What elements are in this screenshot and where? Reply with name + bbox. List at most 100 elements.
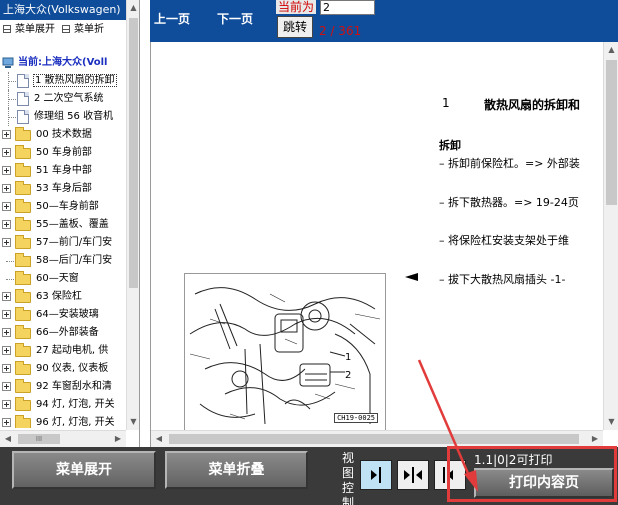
- tree-folder-item[interactable]: 53 车身后部: [0, 180, 126, 198]
- tree-folder-item[interactable]: 92 车窗刮水和清: [0, 378, 126, 396]
- chapter-tree: 当前:上海大众(Voll 1 散热风扇的拆卸 2 二次空气系统 修理组 56 收音机…: [0, 54, 126, 428]
- expand-plus-icon[interactable]: [2, 238, 11, 247]
- expand-plus-icon[interactable]: [2, 346, 11, 355]
- tree-item-label: 60—天窗: [36, 273, 79, 284]
- page-number-input[interactable]: [320, 0, 375, 15]
- document-viewer: 1 散热风扇的拆卸和 拆卸 – 拆卸前保险杠。=> 外部装 – 拆下散热器。=>…: [150, 42, 618, 447]
- next-page-link[interactable]: 下一页: [217, 10, 253, 27]
- tree-folder-item[interactable]: 55—盖板、覆盖: [0, 216, 126, 234]
- view-left-button[interactable]: [434, 460, 466, 490]
- tree-folder-item[interactable]: 50—车身前部: [0, 198, 126, 216]
- tree-folder-item[interactable]: 96 灯, 灯泡, 开关: [0, 414, 126, 428]
- expand-plus-icon[interactable]: [2, 184, 11, 193]
- folder-icon: [15, 361, 31, 375]
- view-right-button[interactable]: [360, 460, 392, 490]
- arrow-right-bar-icon: [361, 461, 391, 489]
- folder-icon: [15, 307, 31, 321]
- expand-plus-icon[interactable]: [2, 400, 11, 409]
- viewer-scroll-thumb-horizontal[interactable]: [169, 434, 579, 444]
- tree-connector: [8, 117, 16, 118]
- folder-icon: [15, 271, 31, 285]
- instruction-line: – 拆下散热器。=> 19-24页: [439, 196, 579, 209]
- folder-icon: [15, 163, 31, 177]
- jump-button[interactable]: 跳转: [277, 16, 313, 38]
- scroll-up-arrow-icon[interactable]: ▲: [604, 42, 618, 58]
- expand-plus-icon[interactable]: [2, 148, 11, 157]
- folder-icon: [15, 253, 31, 267]
- page-nav-bar: 上一页 下一页 当前为 跳转 2 / 361: [150, 0, 618, 42]
- scroll-left-arrow-icon[interactable]: ◀: [151, 431, 167, 447]
- viewer-vertical-scrollbar[interactable]: ▲ ▼: [603, 42, 618, 430]
- instruction-line: – 将保险杠安装支架处于维: [439, 234, 569, 247]
- tree-root-label: 当前:上海大众(Voll: [18, 57, 108, 68]
- tree-collapse-tool[interactable]: 菜单折: [59, 21, 104, 39]
- tree-folder-item[interactable]: 94 灯, 灯泡, 开关: [0, 396, 126, 414]
- scroll-down-arrow-icon[interactable]: ▼: [127, 414, 139, 430]
- collapse-icon: [62, 25, 70, 33]
- viewer-scroll-thumb[interactable]: [606, 60, 617, 205]
- tree-item-label: 55—盖板、覆盖: [36, 219, 109, 230]
- tree-horizontal-scrollbar[interactable]: ◀ III ▶: [0, 430, 126, 447]
- expand-plus-icon[interactable]: [2, 292, 11, 301]
- scroll-thumb-horizontal[interactable]: III: [18, 434, 60, 444]
- tree-connector: [6, 261, 14, 262]
- tree-vertical-scrollbar[interactable]: ▲ ▼: [126, 0, 139, 430]
- tree-item-label: 00 技术数据: [36, 129, 92, 140]
- expand-plus-icon[interactable]: [2, 364, 11, 373]
- scroll-right-arrow-icon[interactable]: ▶: [110, 431, 126, 447]
- expand-plus-icon[interactable]: [2, 418, 11, 427]
- tree-folder-item[interactable]: 64—安装玻璃: [0, 306, 126, 324]
- tree-folder-item[interactable]: 27 起动电机, 供: [0, 342, 126, 360]
- tree-folder-item[interactable]: 60—天窗: [0, 270, 126, 288]
- expand-plus-icon[interactable]: [2, 130, 11, 139]
- collapse-menu-button[interactable]: 菜单折叠: [165, 451, 308, 489]
- tree-folder-item[interactable]: 51 车身中部: [0, 162, 126, 180]
- app-title: 上海大众(Volkswagen): [0, 0, 126, 20]
- scroll-down-arrow-icon[interactable]: ▼: [604, 414, 618, 430]
- folder-icon: [15, 145, 31, 159]
- split-arrows-icon: [404, 467, 422, 483]
- tree-folder-item[interactable]: 66—外部装备: [0, 324, 126, 342]
- section-title: 拆卸: [439, 139, 461, 152]
- tree-folder-item[interactable]: 58—后门/车门安: [0, 252, 126, 270]
- current-page-label: 当前为: [276, 0, 317, 14]
- expand-plus-icon[interactable]: [2, 202, 11, 211]
- tree-root[interactable]: 当前:上海大众(Voll: [0, 54, 126, 72]
- pointer-arrow-icon: [405, 273, 418, 281]
- tree-doc-item[interactable]: 1 散热风扇的拆卸: [0, 72, 126, 90]
- view-split-button[interactable]: [397, 460, 429, 490]
- scroll-up-arrow-icon[interactable]: ▲: [127, 0, 139, 16]
- computer-icon: [2, 57, 14, 68]
- tree-folder-item[interactable]: 50 车身前部: [0, 144, 126, 162]
- heading-title: 散热风扇的拆卸和: [484, 98, 581, 112]
- tree-folder-item[interactable]: 00 技术数据: [0, 126, 126, 144]
- viewer-horizontal-scrollbar[interactable]: ◀ ▶: [151, 430, 603, 447]
- print-page-button[interactable]: 打印内容页: [474, 468, 614, 498]
- tree-folder-item[interactable]: 63 保险杠: [0, 288, 126, 306]
- folder-icon: [15, 379, 31, 393]
- tree-doc-item[interactable]: 修理组 56 收音机: [0, 108, 126, 126]
- engine-illustration: 1 2 CH19-0025: [184, 273, 386, 433]
- expand-plus-icon[interactable]: [2, 166, 11, 175]
- tree-item-label: 66—外部装备: [36, 327, 99, 338]
- tree-folder-item[interactable]: 90 仪表, 仪表板: [0, 360, 126, 378]
- navigation-pane: 上海大众(Volkswagen) 菜单展开 菜单折 当前:上海大众(Voll 1 …: [0, 0, 140, 447]
- expand-plus-icon[interactable]: [2, 310, 11, 319]
- folder-icon: [15, 127, 31, 141]
- tree-item-label: 51 车身中部: [36, 165, 92, 176]
- tree-item-label: 90 仪表, 仪表板: [36, 363, 109, 374]
- expand-plus-icon[interactable]: [2, 328, 11, 337]
- scroll-thumb[interactable]: [129, 18, 138, 288]
- tree-expand-tool[interactable]: 菜单展开: [0, 21, 55, 39]
- tree-item-label: 92 车窗刮水和清: [36, 381, 112, 392]
- scroll-right-arrow-icon[interactable]: ▶: [587, 431, 603, 447]
- tree-item-label: 27 起动电机, 供: [36, 345, 109, 356]
- prev-page-link[interactable]: 上一页: [154, 10, 190, 27]
- expand-plus-icon[interactable]: [2, 382, 11, 391]
- expand-menu-button[interactable]: 菜单展开: [12, 451, 156, 489]
- scroll-left-arrow-icon[interactable]: ◀: [0, 431, 16, 447]
- tree-doc-item[interactable]: 2 二次空气系统: [0, 90, 126, 108]
- tree-folder-item[interactable]: 57—前门/车门安: [0, 234, 126, 252]
- heading-number: 1: [442, 96, 450, 110]
- expand-plus-icon[interactable]: [2, 220, 11, 229]
